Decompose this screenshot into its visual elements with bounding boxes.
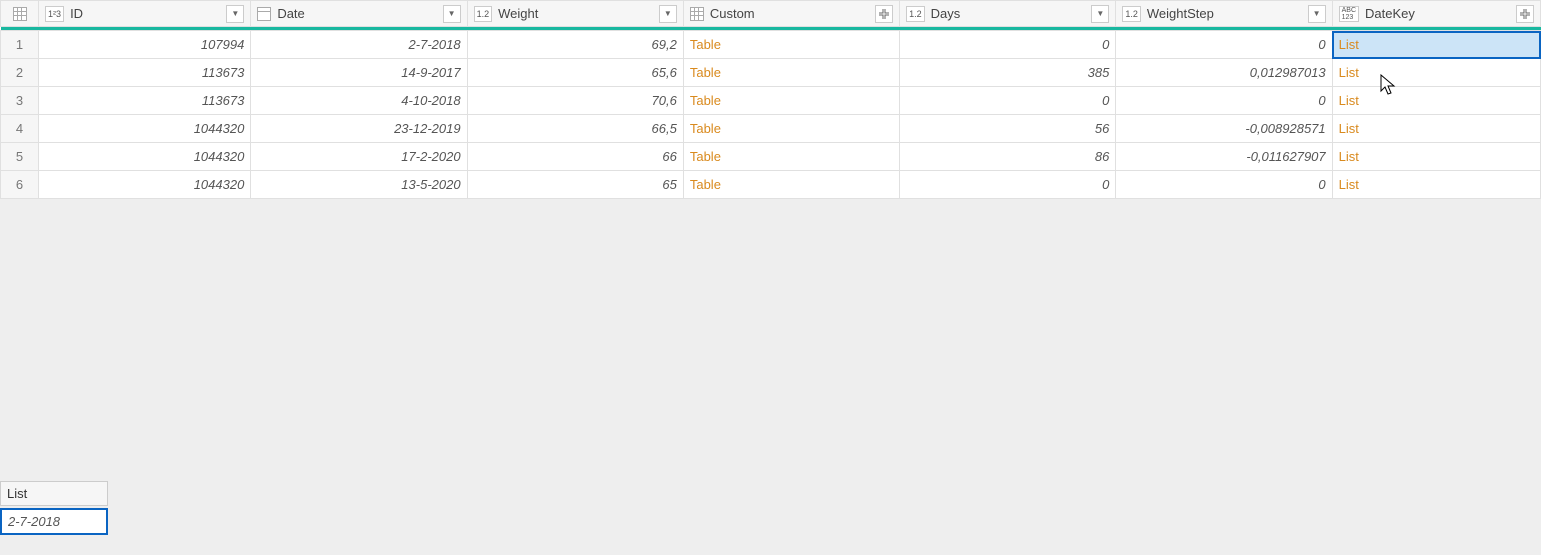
cell-weightstep[interactable]: 0 [1116, 87, 1332, 115]
table-row[interactable]: 11079942-7-201869,2Table00List [1, 31, 1541, 59]
cell-weightstep[interactable]: -0,011627907 [1116, 143, 1332, 171]
header-label: DateKey [1365, 6, 1510, 21]
header-label: Weight [498, 6, 653, 21]
cell-custom[interactable]: Table [683, 171, 899, 199]
filter-button[interactable] [659, 5, 677, 23]
cell-custom[interactable]: Table [683, 143, 899, 171]
table-row[interactable]: 211367314-9-201765,6Table3850,012987013L… [1, 59, 1541, 87]
cell-datekey[interactable]: List [1332, 87, 1540, 115]
cell-weight[interactable]: 69,2 [467, 31, 683, 59]
row-number-cell[interactable]: 6 [1, 171, 39, 199]
cell-weight[interactable]: 66 [467, 143, 683, 171]
cell-date[interactable]: 2-7-2018 [251, 31, 467, 59]
table-row[interactable]: 4104432023-12-201966,5Table56-0,00892857… [1, 115, 1541, 143]
column-header-custom[interactable]: Custom [683, 1, 899, 27]
filter-button[interactable] [443, 5, 461, 23]
filter-button[interactable] [1308, 5, 1326, 23]
decimal-type-icon: 1.2 [1122, 6, 1141, 22]
cell-datekey[interactable]: List [1332, 59, 1540, 87]
row-number-cell[interactable]: 4 [1, 115, 39, 143]
cell-date[interactable]: 13-5-2020 [251, 171, 467, 199]
data-grid: 1²3 ID Date 1.2 Weight [0, 0, 1541, 199]
cell-datekey[interactable]: List [1332, 171, 1540, 199]
cell-weightstep[interactable]: 0 [1116, 171, 1332, 199]
row-number-cell[interactable]: 2 [1, 59, 39, 87]
cell-custom[interactable]: Table [683, 115, 899, 143]
corner-cell[interactable] [1, 1, 39, 27]
cell-datekey[interactable]: List [1332, 31, 1540, 59]
header-label: ID [70, 6, 220, 21]
cell-id[interactable]: 107994 [39, 31, 251, 59]
cell-id[interactable]: 1044320 [39, 143, 251, 171]
table: 1²3 ID Date 1.2 Weight [0, 0, 1541, 199]
cell-weight[interactable]: 65,6 [467, 59, 683, 87]
cell-weight[interactable]: 65 [467, 171, 683, 199]
column-header-id[interactable]: 1²3 ID [39, 1, 251, 27]
cell-weightstep[interactable]: -0,008928571 [1116, 115, 1332, 143]
header-label: WeightStep [1147, 6, 1302, 21]
cell-custom[interactable]: Table [683, 59, 899, 87]
header-label: Days [931, 6, 1086, 21]
header-label: Custom [710, 6, 869, 21]
filter-button[interactable] [1091, 5, 1109, 23]
cell-date[interactable]: 23-12-2019 [251, 115, 467, 143]
cell-id[interactable]: 1044320 [39, 171, 251, 199]
table-row[interactable]: 31136734-10-201870,6Table00List [1, 87, 1541, 115]
expand-button[interactable] [1516, 5, 1534, 23]
cell-days[interactable]: 0 [900, 31, 1116, 59]
table-body: 11079942-7-201869,2Table00List211367314-… [1, 31, 1541, 199]
cell-weight[interactable]: 70,6 [467, 87, 683, 115]
cell-weightstep[interactable]: 0 [1116, 31, 1332, 59]
table-row[interactable]: 6104432013-5-202065Table00List [1, 171, 1541, 199]
cell-days[interactable]: 56 [900, 115, 1116, 143]
cell-date[interactable]: 14-9-2017 [251, 59, 467, 87]
cell-custom[interactable]: Table [683, 31, 899, 59]
column-header-weightstep[interactable]: 1.2 WeightStep [1116, 1, 1332, 27]
filter-button[interactable] [226, 5, 244, 23]
cell-days[interactable]: 0 [900, 87, 1116, 115]
cell-custom[interactable]: Table [683, 87, 899, 115]
row-number-cell[interactable]: 3 [1, 87, 39, 115]
cell-datekey[interactable]: List [1332, 115, 1540, 143]
date-type-icon [257, 7, 271, 21]
cell-id[interactable]: 113673 [39, 87, 251, 115]
decimal-type-icon: 1.2 [474, 6, 493, 22]
cell-id[interactable]: 1044320 [39, 115, 251, 143]
cell-days[interactable]: 86 [900, 143, 1116, 171]
row-number-cell[interactable]: 1 [1, 31, 39, 59]
cell-date[interactable]: 17-2-2020 [251, 143, 467, 171]
cell-days[interactable]: 385 [900, 59, 1116, 87]
row-number-cell[interactable]: 5 [1, 143, 39, 171]
table-row[interactable]: 5104432017-2-202066Table86-0,011627907Li… [1, 143, 1541, 171]
expand-icon [1519, 8, 1531, 20]
cell-days[interactable]: 0 [900, 171, 1116, 199]
table-type-icon [690, 7, 704, 21]
cell-date[interactable]: 4-10-2018 [251, 87, 467, 115]
preview-value-cell[interactable]: 2-7-2018 [0, 508, 108, 535]
cell-weight[interactable]: 66,5 [467, 115, 683, 143]
cell-id[interactable]: 113673 [39, 59, 251, 87]
cell-weightstep[interactable]: 0,012987013 [1116, 59, 1332, 87]
expand-icon [878, 8, 890, 20]
expand-button[interactable] [875, 5, 893, 23]
column-header-weight[interactable]: 1.2 Weight [467, 1, 683, 27]
column-header-date[interactable]: Date [251, 1, 467, 27]
preview-pane: List 2-7-2018 [0, 481, 108, 535]
any-type-icon: ABC123 [1339, 6, 1359, 22]
preview-header: List [0, 481, 108, 506]
header-row: 1²3 ID Date 1.2 Weight [1, 1, 1541, 27]
cell-datekey[interactable]: List [1332, 143, 1540, 171]
column-header-days[interactable]: 1.2 Days [900, 1, 1116, 27]
int-type-icon: 1²3 [45, 6, 64, 22]
column-header-datekey[interactable]: ABC123 DateKey [1332, 1, 1540, 27]
header-label: Date [277, 6, 436, 21]
decimal-type-icon: 1.2 [906, 6, 925, 22]
table-icon [7, 1, 32, 26]
